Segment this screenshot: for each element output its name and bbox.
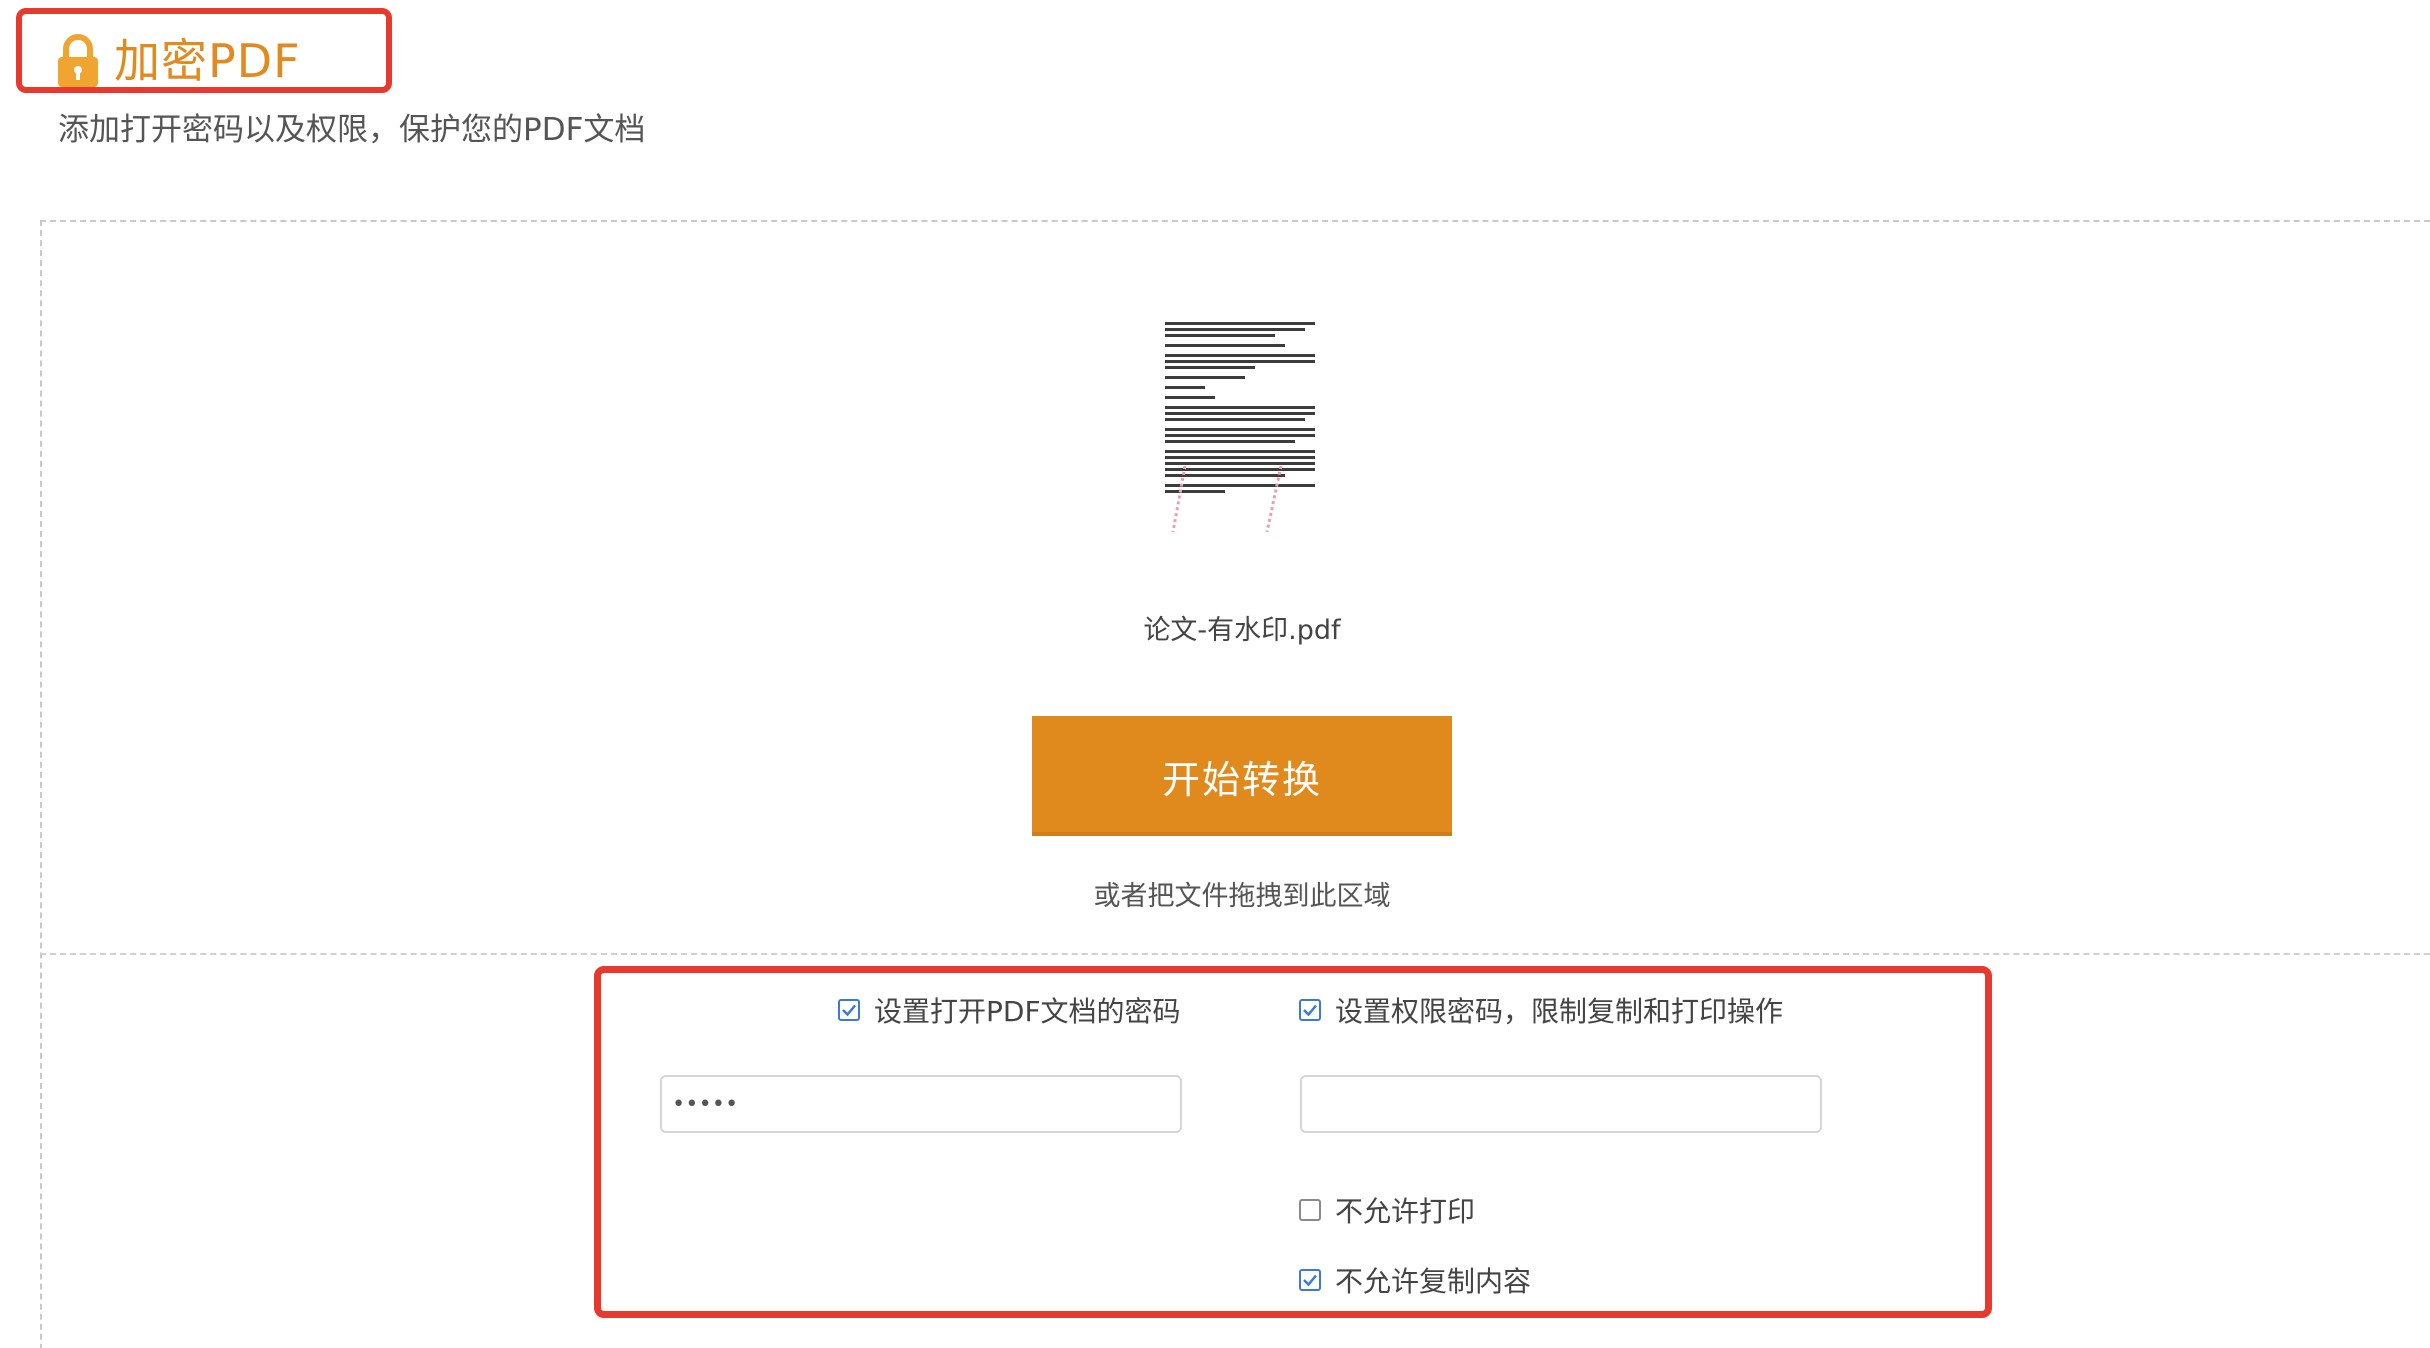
permission-password-checkbox[interactable] [1299,999,1321,1021]
open-password-option[interactable]: 设置打开PDF文档的密码 [838,990,1181,1030]
no-print-checkbox[interactable] [1299,1199,1321,1221]
section-divider [40,953,2430,955]
page-subtitle: 添加打开密码以及权限，保护您的PDF文档 [58,112,646,148]
permission-password-input[interactable] [1300,1075,1822,1133]
open-password-checkbox[interactable] [838,999,860,1021]
no-print-label: 不允许打印 [1335,1195,1476,1228]
pdf-thumbnail[interactable] [1155,316,1331,538]
page-title-row: 加密PDF [56,30,301,92]
permission-password-label: 设置权限密码，限制复制和打印操作 [1335,995,1784,1028]
encrypt-pdf-page: 加密PDF 添加打开密码以及权限，保护您的PDF文档 论文-有水印.pdf 开始… [0,0,2430,1348]
file-name: 论文-有水印.pdf [1143,615,1341,646]
checkmark-icon [1303,1004,1317,1017]
page-title: 加密PDF [114,34,301,88]
no-copy-option[interactable]: 不允许复制内容 [1299,1260,1531,1300]
no-copy-checkbox[interactable] [1299,1269,1321,1291]
start-convert-button[interactable]: 开始转换 [1032,716,1452,836]
checkmark-icon [842,1004,856,1017]
no-copy-label: 不允许复制内容 [1335,1265,1532,1298]
drop-hint: 或者把文件拖拽到此区域 [1093,881,1391,912]
open-password-label: 设置打开PDF文档的密码 [874,995,1181,1028]
open-password-input[interactable] [660,1075,1182,1133]
checkmark-icon [1303,1274,1317,1287]
pdf-page-thumbnail-icon [1165,322,1315,533]
lock-icon [58,34,98,87]
no-print-option[interactable]: 不允许打印 [1299,1190,1475,1230]
permission-password-option[interactable]: 设置权限密码，限制复制和打印操作 [1299,990,1783,1030]
